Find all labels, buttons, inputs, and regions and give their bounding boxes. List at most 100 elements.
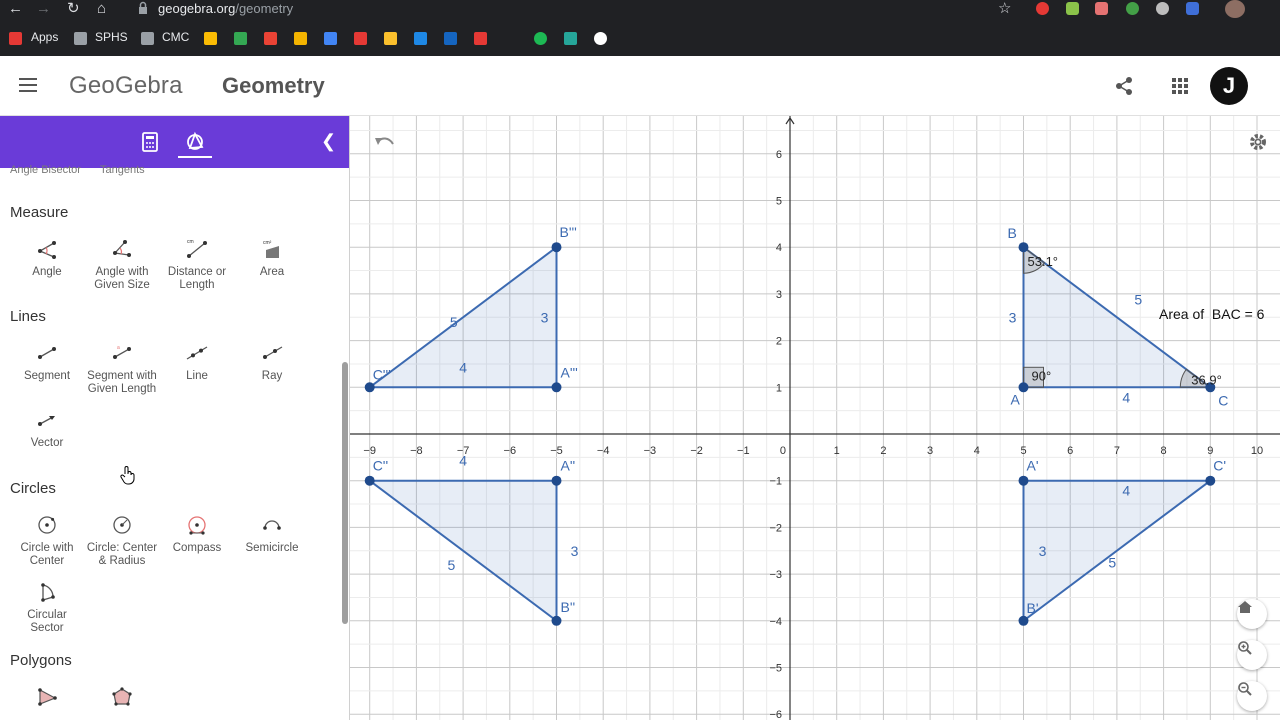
spotify-icon[interactable]: [534, 32, 547, 45]
tool-label[interactable]: Angle Bisector: [10, 164, 81, 176]
chevron-left-icon[interactable]: ❮: [321, 131, 336, 152]
tool-regular-polygon[interactable]: [84, 686, 160, 714]
bookmark-apps[interactable]: Apps: [31, 30, 58, 44]
bookmark-cmc[interactable]: CMC: [162, 30, 189, 44]
tool-label: Angle: [32, 266, 62, 278]
x-tick-label: 5: [1020, 445, 1026, 457]
tool-label[interactable]: Tangents: [100, 164, 145, 176]
url-text[interactable]: geogebra.org/geometry: [158, 1, 293, 16]
extension-icon[interactable]: [1036, 2, 1049, 15]
tool-compass[interactable]: Compass: [159, 514, 235, 555]
tools-tab-icon[interactable]: [184, 130, 206, 152]
ray-icon: [263, 346, 283, 359]
bookmark-sphs[interactable]: SPHS: [95, 30, 128, 44]
address-bar-row: ← → ↻ ⌂ geogebra.org/geometry ☆: [0, 0, 1280, 20]
point-Bpp[interactable]: [551, 615, 562, 626]
home-icon[interactable]: ⌂: [97, 0, 106, 18]
y-tick-label: −1: [769, 476, 782, 488]
youtube-icon[interactable]: [264, 32, 277, 45]
y-tick-label: −6: [769, 709, 782, 720]
extension-icon[interactable]: [1156, 2, 1169, 15]
apps-grid-icon[interactable]: [1172, 78, 1188, 94]
tool-angle[interactable]: Angle: [9, 238, 85, 279]
point-B[interactable]: [1018, 242, 1029, 253]
reload-icon[interactable]: ↻: [67, 0, 80, 18]
bookmark-icon[interactable]: [474, 32, 487, 45]
settings-gear-icon[interactable]: [1248, 132, 1268, 152]
extension-icon[interactable]: [1066, 2, 1079, 15]
point-Bppp[interactable]: [551, 242, 562, 253]
graphics-view[interactable]: −9 −8 −7 −6 −5 −4 −3 −2 −1 0 1 2 3 4 5 6 7 8 9 10 6 5 4 3 2 1 −1 −2…: [350, 116, 1280, 720]
x-tick-label: −5: [550, 445, 563, 457]
tool-semicircle[interactable]: Semicircle: [234, 514, 310, 555]
tool-area[interactable]: cm² Area: [234, 238, 310, 279]
x-tick-label: 6: [1067, 445, 1073, 457]
point-Cp[interactable]: [1205, 475, 1216, 486]
tool-circular-sector[interactable]: Circular Sector: [9, 581, 85, 635]
forward-arrow-icon[interactable]: →: [36, 0, 51, 18]
bookmark-icon[interactable]: [234, 32, 247, 45]
x-tick-label: −8: [410, 445, 423, 457]
area-label: Area of BAC = 6: [1159, 306, 1265, 322]
panel-scrollbar[interactable]: [342, 362, 348, 624]
point-Ap[interactable]: [1018, 475, 1029, 486]
y-tick-label: −4: [769, 616, 782, 628]
bookmark-icon[interactable]: [594, 32, 607, 45]
profile-avatar-icon[interactable]: [1225, 0, 1245, 18]
bookmark-star-icon[interactable]: ☆: [998, 0, 1011, 18]
point-Cpp[interactable]: [364, 475, 375, 486]
bookmark-icon[interactable]: [444, 32, 457, 45]
side-label: 3: [571, 543, 579, 559]
tool-segment[interactable]: Segment: [9, 342, 85, 383]
side-label: 5: [448, 557, 456, 573]
geogebra-logo[interactable]: GeoGebra: [69, 72, 183, 100]
point-Appp[interactable]: [551, 382, 562, 393]
point-Cppp[interactable]: [364, 382, 375, 393]
distance-icon: cm: [187, 239, 207, 258]
tool-vector[interactable]: Vector: [9, 409, 85, 450]
tool-angle-with-given-size[interactable]: Angle with Given Size: [84, 238, 160, 292]
zoom-in-button[interactable]: [1237, 640, 1267, 670]
undo-icon[interactable]: [374, 134, 396, 150]
tool-circle-center-radius[interactable]: Circle: Center & Radius: [84, 514, 160, 568]
side-label: 3: [1039, 543, 1047, 559]
point-A[interactable]: [1018, 382, 1029, 393]
bookmark-icon[interactable]: [354, 32, 367, 45]
bookmark-icon[interactable]: [564, 32, 577, 45]
bookmark-icon[interactable]: [414, 32, 427, 45]
tool-segment-with-given-length[interactable]: a Segment with Given Length: [84, 342, 160, 396]
tool-label: Circle with Center: [20, 542, 74, 567]
tool-label: Segment with Given Length: [87, 370, 157, 395]
home-view-button[interactable]: [1237, 599, 1267, 629]
hamburger-menu-icon[interactable]: [19, 78, 37, 92]
extension-icon[interactable]: [1095, 2, 1108, 15]
x-tick-label: 7: [1114, 445, 1120, 457]
drive-icon[interactable]: [204, 32, 217, 45]
extension-icon[interactable]: [1186, 2, 1199, 15]
app-header: GeoGebra Geometry J: [0, 56, 1280, 116]
calculator-tab-icon[interactable]: [142, 132, 158, 152]
panel-tabs: ❮: [0, 116, 349, 168]
tool-line[interactable]: Line: [159, 342, 235, 383]
back-arrow-icon[interactable]: ←: [8, 0, 23, 18]
extension-icon[interactable]: [1126, 2, 1139, 15]
slides-icon[interactable]: [384, 32, 397, 45]
section-title-circles: Circles: [10, 480, 56, 497]
tool-ray[interactable]: Ray: [234, 342, 310, 383]
tool-polygon[interactable]: [9, 686, 85, 714]
zoom-out-button[interactable]: [1237, 681, 1267, 711]
point-Bp[interactable]: [1018, 615, 1029, 626]
user-avatar[interactable]: J: [1210, 67, 1248, 105]
browser-chrome: ← → ↻ ⌂ geogebra.org/geometry ☆ Apps SPH…: [0, 0, 1280, 56]
tool-circle-with-center[interactable]: Circle with Center: [9, 514, 85, 568]
point-App[interactable]: [551, 475, 562, 486]
vector-icon: [38, 416, 55, 426]
tool-distance-or-length[interactable]: cm Distance or Length: [159, 238, 235, 292]
y-tick-label: −3: [769, 569, 782, 581]
point-label: B: [1008, 225, 1017, 241]
x-tick-label: 10: [1251, 445, 1263, 457]
bookmark-icon[interactable]: [294, 32, 307, 45]
docs-icon[interactable]: [324, 32, 337, 45]
graph-svg[interactable]: −9 −8 −7 −6 −5 −4 −3 −2 −1 0 1 2 3 4 5 6 7 8 9 10654321−1−2…: [350, 116, 1280, 720]
share-icon[interactable]: [1114, 76, 1134, 96]
